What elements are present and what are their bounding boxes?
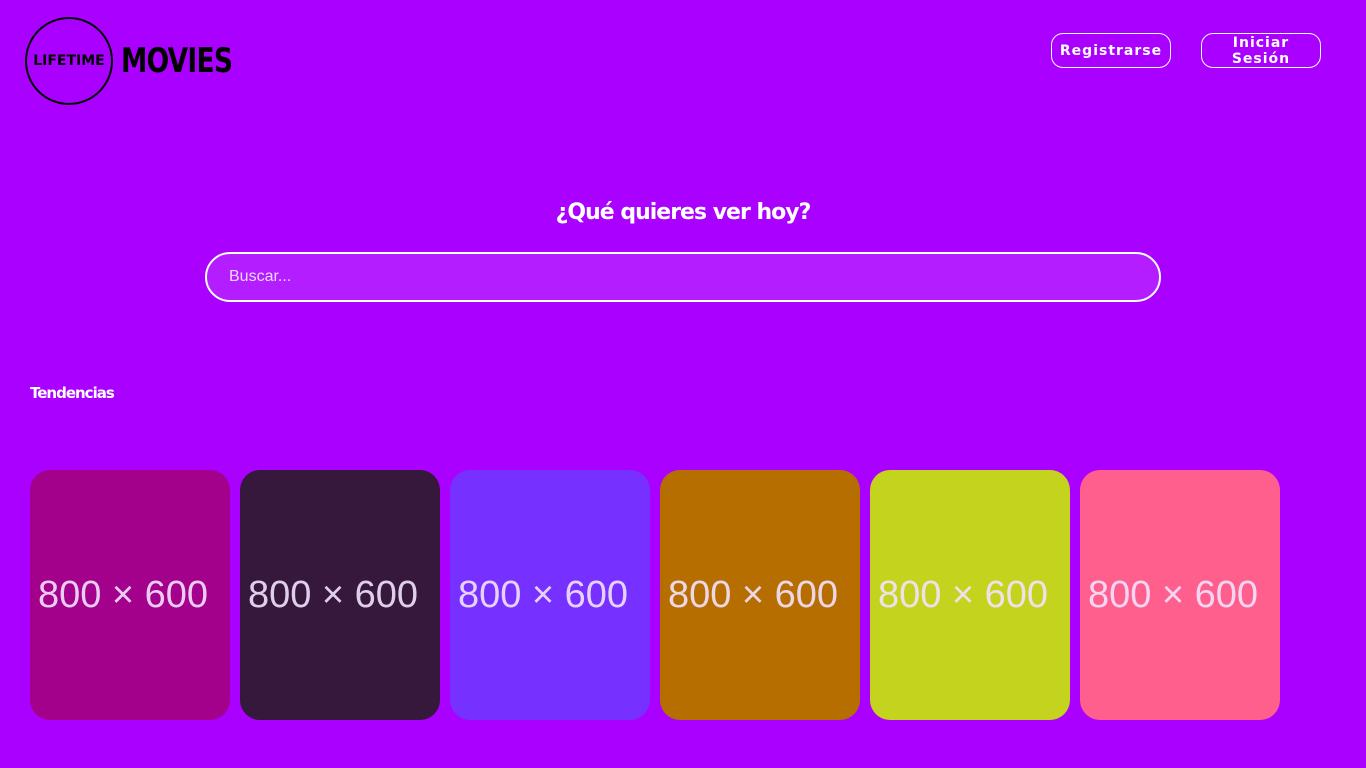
logo-wordmark: MOVIES (121, 41, 233, 81)
movie-card[interactable]: 800 × 600 (450, 470, 650, 720)
hero-title: ¿Qué quieres ver hoy? (555, 200, 812, 225)
trending-title: Tendencias (30, 384, 115, 402)
movie-card[interactable]: 800 × 600 (660, 470, 860, 720)
movie-card[interactable]: 800 × 600 (240, 470, 440, 720)
search-bar[interactable] (205, 252, 1161, 302)
trending-cards: 800 × 600 800 × 600 800 × 600 800 × 600 … (30, 470, 1280, 720)
movie-card[interactable]: 800 × 600 (1080, 470, 1280, 720)
logo-circle: LIFETIME (25, 17, 113, 105)
movie-card-placeholder-label: 800 × 600 (877, 573, 1049, 616)
movie-card-placeholder-label: 800 × 600 (457, 573, 629, 616)
movie-card-placeholder-label: 800 × 600 (667, 573, 839, 616)
movie-card[interactable]: 800 × 600 (870, 470, 1070, 720)
movie-card-placeholder-label: 800 × 600 (247, 573, 419, 616)
logo-circle-text: LIFETIME (33, 53, 105, 69)
movie-card-placeholder-label: 800 × 600 (1087, 573, 1259, 616)
register-button[interactable]: Registrarse (1051, 33, 1171, 68)
movie-card[interactable]: 800 × 600 (30, 470, 230, 720)
search-input[interactable] (227, 267, 1159, 287)
page: LIFETIME MOVIES Registrarse Iniciar Sesi… (0, 0, 1366, 768)
movie-card-placeholder-label: 800 × 600 (37, 573, 209, 616)
lifetime-movies-logo[interactable]: LIFETIME MOVIES (25, 15, 264, 107)
login-button[interactable]: Iniciar Sesión (1201, 33, 1321, 68)
